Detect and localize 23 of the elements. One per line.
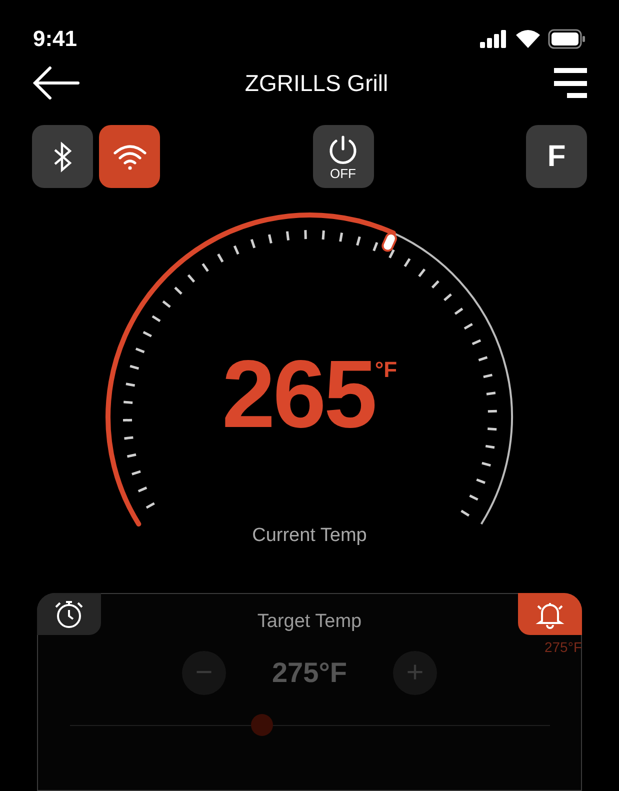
temperature-unit: °F [374, 359, 398, 382]
bluetooth-button[interactable] [32, 125, 93, 188]
target-value: 275°F [272, 656, 348, 690]
menu-button[interactable] [552, 67, 587, 100]
power-button[interactable]: OFF [312, 125, 374, 188]
card-title: Target Temp [257, 610, 362, 634]
alarm-reading: 275°F [544, 638, 582, 658]
wifi-button[interactable] [99, 125, 160, 188]
slider-thumb[interactable] [250, 714, 272, 736]
gauge-thumb[interactable] [380, 230, 398, 254]
temperature-value: 265 [222, 347, 375, 444]
timer-tab[interactable] [37, 593, 101, 636]
signal-icon [480, 30, 508, 48]
bluetooth-icon [52, 140, 74, 173]
gauge-caption: Current Temp [252, 524, 367, 548]
page-title: ZGRILLS Grill [244, 69, 388, 98]
battery-icon [548, 28, 586, 49]
alarm-tab[interactable] [518, 593, 582, 636]
status-time: 9:41 [33, 25, 78, 54]
wifi-icon [112, 142, 148, 171]
unit-button[interactable]: F [526, 125, 587, 188]
power-icon [327, 134, 359, 166]
wifi-status-icon [516, 30, 540, 48]
